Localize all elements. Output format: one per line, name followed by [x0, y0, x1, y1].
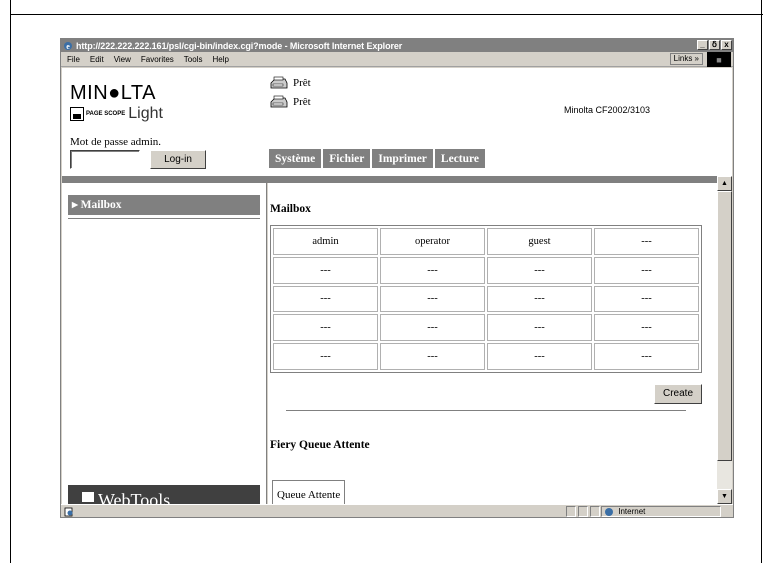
table-row: --- --- --- ---	[273, 343, 699, 370]
menu-bar: File Edit View Favorites Tools Help Link…	[61, 52, 733, 67]
pagescope-badge: PAGE SCOPE	[86, 111, 126, 117]
sidebar-divider	[68, 218, 260, 219]
mailbox-cell[interactable]: ---	[487, 256, 592, 284]
status-panel	[590, 506, 600, 517]
menu-file[interactable]: File	[67, 55, 80, 64]
close-button[interactable]: x	[721, 40, 732, 50]
main-pane: Mailbox admin operator guest --- --- ---…	[269, 183, 716, 504]
frame-divider[interactable]	[266, 183, 268, 504]
menu-tools[interactable]: Tools	[184, 55, 203, 64]
printer-status-text: Prêt	[293, 77, 311, 89]
status-panel	[566, 506, 576, 517]
sidebar-item-mailbox[interactable]: ▸ Mailbox	[68, 195, 260, 215]
printer-status-1: Prêt	[269, 76, 311, 90]
zone-label: Internet	[618, 507, 646, 516]
mailbox-cell[interactable]: ---	[273, 314, 378, 342]
scroll-up-button[interactable]: ▲	[717, 176, 732, 191]
tab-lecture[interactable]: Lecture	[434, 149, 486, 169]
pagescope-product: Light	[128, 105, 163, 122]
status-panel	[578, 506, 588, 517]
mailbox-cell[interactable]: guest	[487, 228, 592, 255]
minolta-logo: MIN●LTA	[70, 82, 156, 104]
mailbox-cell[interactable]: ---	[380, 314, 485, 342]
page-content: MIN●LTA PAGE SCOPE Light Mot de passe ad…	[62, 68, 732, 504]
tab-fichier[interactable]: Fichier	[323, 149, 371, 169]
password-label: Mot de passe admin.	[70, 136, 162, 148]
printer-status-text: Prêt	[293, 96, 311, 108]
printer-status-2: Prêt	[269, 95, 311, 109]
queue-attente-tab[interactable]: Queue Attente	[272, 480, 346, 504]
mailbox-table: admin operator guest --- --- --- --- ---…	[270, 225, 702, 373]
security-zone: Internet	[601, 506, 721, 517]
scroll-down-button[interactable]: ▼	[717, 489, 732, 504]
webtools-label: WebTools	[98, 490, 171, 504]
model-label: Minolta CF2002/3103	[564, 105, 651, 115]
svg-text:e: e	[66, 42, 70, 51]
browser-window: e http://222.222.222.161/psl/cgi-bin/ind…	[60, 38, 734, 518]
printer-icon	[270, 76, 288, 89]
sidebar: ▸ Mailbox WebTools	[62, 183, 266, 504]
internet-explorer-icon: e	[64, 41, 72, 51]
password-input[interactable]	[70, 150, 140, 169]
menu-help[interactable]: Help	[212, 55, 228, 64]
header: MIN●LTA PAGE SCOPE Light Mot de passe ad…	[62, 68, 732, 176]
mailbox-cell[interactable]: ---	[594, 314, 699, 342]
mailbox-cell[interactable]: ---	[273, 343, 378, 370]
header-divider-bar	[62, 176, 717, 183]
tab-systeme[interactable]: Système	[269, 149, 322, 169]
menu-favorites[interactable]: Favorites	[141, 55, 174, 64]
printer-icon	[270, 95, 288, 108]
mailbox-cell[interactable]: ---	[273, 285, 378, 313]
mailbox-cell[interactable]: ---	[380, 256, 485, 284]
title-bar: e http://222.222.222.161/psl/cgi-bin/ind…	[61, 39, 733, 52]
queue-title: Fiery Queue Attente	[270, 439, 370, 451]
mailbox-cell[interactable]: ---	[273, 256, 378, 284]
minimize-button[interactable]: _	[697, 40, 708, 50]
section-divider	[286, 410, 686, 412]
webtools-icon	[82, 492, 94, 502]
globe-icon	[605, 507, 613, 516]
webtools-banner[interactable]: WebTools	[68, 485, 260, 504]
mailbox-cell[interactable]: ---	[487, 285, 592, 313]
vertical-scrollbar[interactable]: ▲ ▼	[717, 176, 732, 504]
menu-edit[interactable]: Edit	[90, 55, 104, 64]
window-controls: _ ẟ x	[697, 40, 732, 50]
window-title: http://222.222.222.161/psl/cgi-bin/index…	[76, 40, 403, 51]
mailbox-cell[interactable]: ---	[380, 285, 485, 313]
login-button[interactable]: Log-in	[150, 150, 206, 169]
mailbox-cell[interactable]: ---	[594, 343, 699, 370]
main-tabs: Système Fichier Imprimer Lecture	[269, 149, 487, 169]
table-row: --- --- --- ---	[273, 285, 699, 313]
table-row: admin operator guest ---	[273, 228, 699, 255]
mailbox-cell[interactable]: ---	[594, 228, 699, 255]
page-status-icon	[64, 507, 73, 517]
mailbox-cell[interactable]: ---	[380, 343, 485, 370]
windows-logo-icon: ■	[707, 52, 731, 67]
scroll-thumb[interactable]	[717, 191, 732, 461]
pagescope-logo: PAGE SCOPE Light	[70, 105, 163, 123]
mailbox-cell[interactable]: admin	[273, 228, 378, 255]
restore-button[interactable]: ẟ	[709, 40, 720, 50]
pagescope-icon	[70, 107, 84, 121]
tab-imprimer[interactable]: Imprimer	[372, 149, 433, 169]
mailbox-cell[interactable]: ---	[594, 256, 699, 284]
mailbox-cell[interactable]: ---	[487, 343, 592, 370]
links-button[interactable]: Links »	[669, 53, 703, 65]
mailbox-cell[interactable]: ---	[487, 314, 592, 342]
status-bar: Internet	[61, 504, 733, 517]
table-row: --- --- --- ---	[273, 314, 699, 342]
menu-view[interactable]: View	[114, 55, 131, 64]
mailbox-cell[interactable]: ---	[594, 285, 699, 313]
mailbox-cell[interactable]: operator	[380, 228, 485, 255]
table-row: --- --- --- ---	[273, 256, 699, 284]
create-button[interactable]: Create	[654, 384, 702, 404]
mailbox-title: Mailbox	[270, 203, 311, 215]
page-frame-top	[10, 14, 763, 15]
